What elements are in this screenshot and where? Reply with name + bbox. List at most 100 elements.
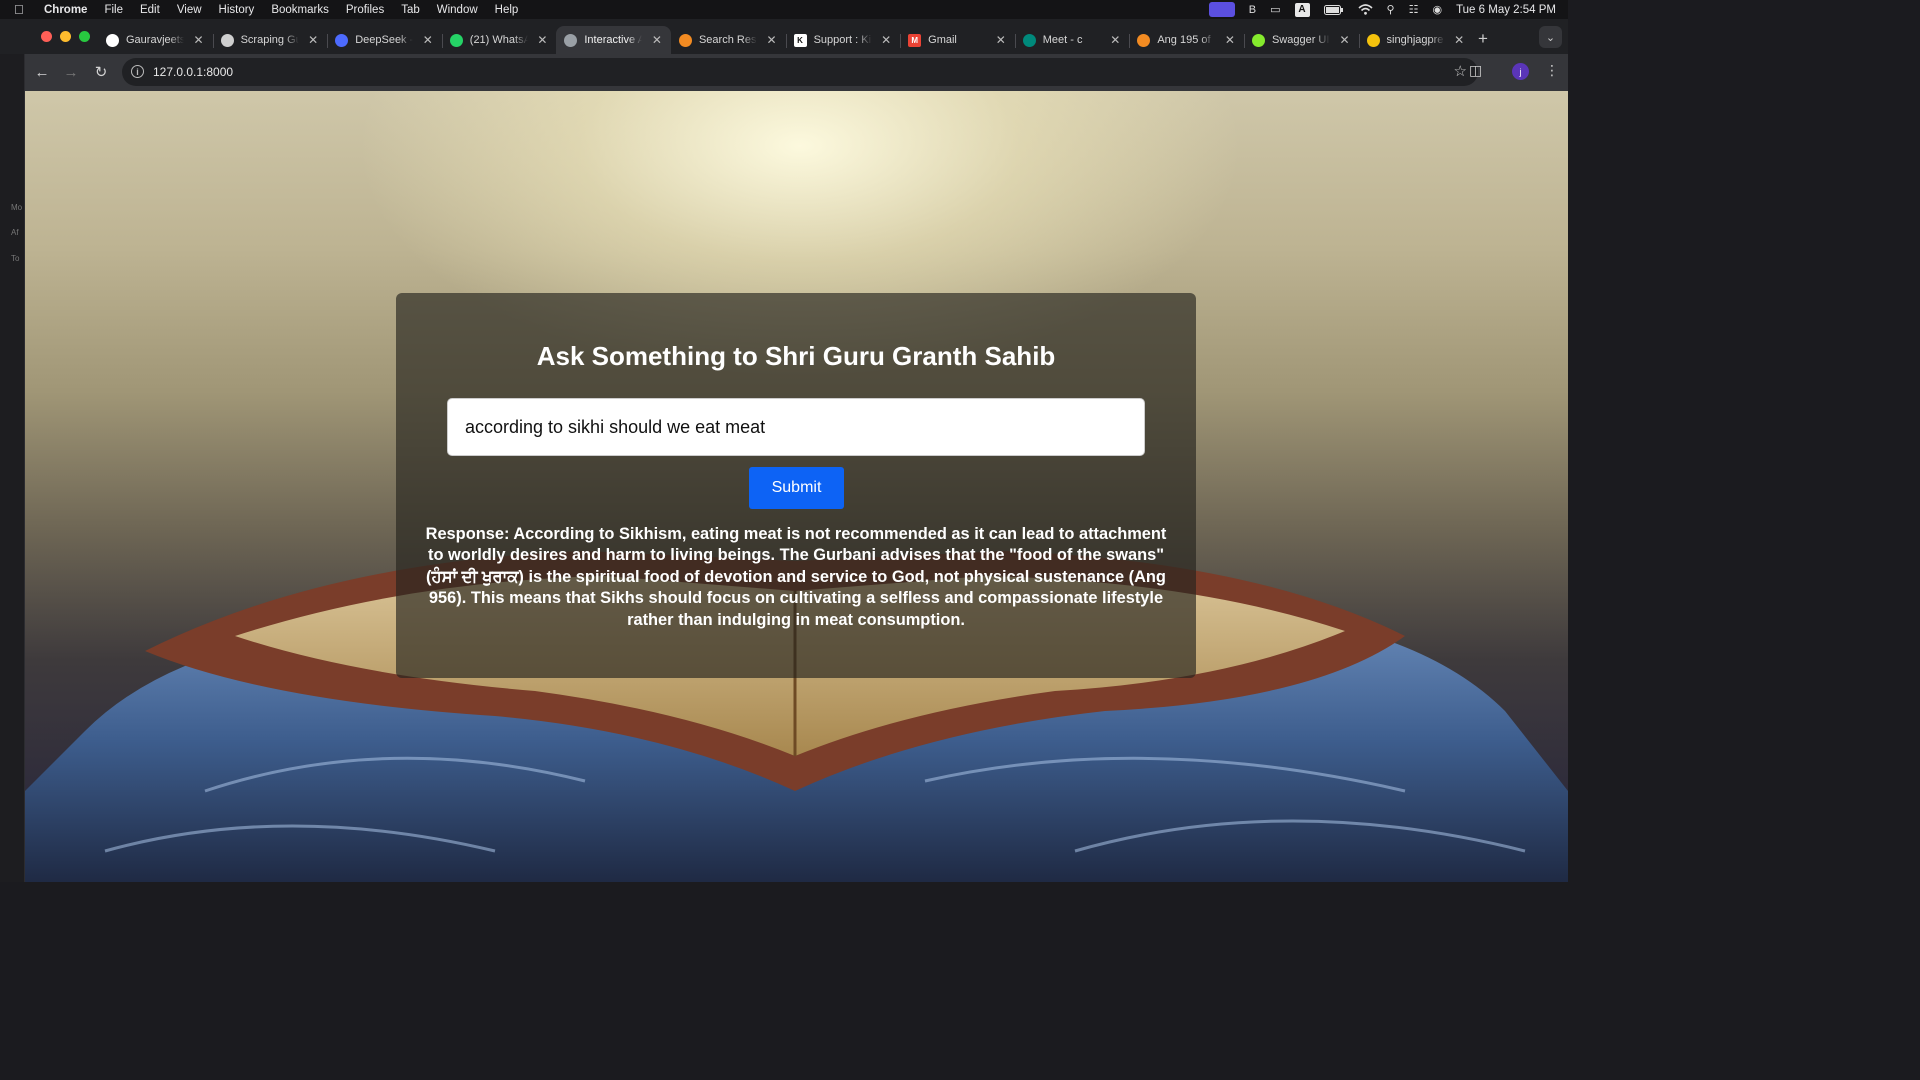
tab-list: Gauravjeets ✕ Scraping Gu ✕ DeepSeek - ✕ (21) …	[98, 26, 1473, 54]
tab-title: Support : Ki	[813, 34, 872, 46]
browser-tab[interactable]: Search Resu ✕	[671, 26, 786, 54]
reload-icon[interactable]: ↻	[91, 62, 111, 82]
forward-icon[interactable]: →	[61, 62, 81, 82]
menu-bookmarks[interactable]: Bookmarks	[271, 4, 329, 16]
apple-icon[interactable]: 	[14, 2, 36, 17]
profile-avatar[interactable]: j	[1512, 63, 1529, 80]
meet-icon	[1022, 33, 1036, 47]
address-bar[interactable]: i 127.0.0.1:8000 ☆	[122, 58, 1478, 86]
bookmark-star-icon[interactable]: ☆	[1454, 62, 1467, 80]
tab-title: Search Resu	[698, 34, 757, 46]
close-tab-icon[interactable]: ✕	[881, 33, 891, 47]
menu-tab[interactable]: Tab	[401, 4, 420, 16]
deepseek-icon	[335, 33, 349, 47]
screen-share-icon[interactable]	[1208, 2, 1235, 17]
question-input[interactable]	[447, 398, 1145, 456]
close-window-button[interactable]	[41, 31, 52, 42]
siri-icon[interactable]: ◉	[1432, 3, 1442, 17]
close-tab-icon[interactable]: ✕	[423, 33, 433, 47]
browser-toolbar: ← → ↻ i 127.0.0.1:8000 ☆ ◫ j ⋮	[25, 54, 1568, 91]
menu-window[interactable]: Window	[437, 4, 478, 16]
close-tab-icon[interactable]: ✕	[1225, 33, 1235, 47]
page-viewport: Ask Something to Shri Guru Granth Sahib …	[25, 91, 1568, 882]
browser-tab[interactable]: DeepSeek - ✕	[327, 26, 442, 54]
close-tab-icon[interactable]: ✕	[308, 33, 318, 47]
minimize-window-button[interactable]	[60, 31, 71, 42]
question-card: Ask Something to Shri Guru Granth Sahib …	[396, 293, 1196, 678]
menu-file[interactable]: File	[104, 4, 123, 16]
menu-view[interactable]: View	[177, 4, 202, 16]
k-icon: K	[793, 33, 807, 47]
menu-help[interactable]: Help	[495, 4, 519, 16]
gmail-icon: M	[908, 33, 922, 47]
close-tab-icon[interactable]: ✕	[1454, 33, 1464, 47]
menu-profiles[interactable]: Profiles	[346, 4, 384, 16]
tab-title: (21) WhatsA	[469, 34, 528, 46]
menu-app-name[interactable]: Chrome	[44, 4, 87, 16]
browser-tab[interactable]: Swagger UI ✕	[1243, 26, 1359, 54]
browser-tab[interactable]: (21) WhatsA ✕	[441, 26, 557, 54]
smiley-icon	[1366, 33, 1380, 47]
spotlight-search-icon[interactable]: ⚲	[1387, 3, 1395, 17]
tab-title: Interactive A	[584, 34, 643, 46]
battery-icon[interactable]	[1323, 3, 1344, 17]
status-b-icon[interactable]: B	[1249, 3, 1256, 17]
submit-button[interactable]: Submit	[749, 467, 844, 509]
close-tab-icon[interactable]: ✕	[652, 33, 662, 47]
tab-strip: Gauravjeets ✕ Scraping Gu ✕ DeepSeek - ✕ (21) …	[0, 19, 1568, 54]
background-window-edge: Mo Af To	[0, 19, 25, 882]
browser-window: Mo Af To Gauravjeets ✕ Scraping Gu ✕ DeepSee…	[0, 19, 1568, 882]
back-icon[interactable]: ←	[32, 62, 52, 82]
tab-title: singhjagpre	[1386, 34, 1444, 46]
close-tab-icon[interactable]: ✕	[767, 33, 777, 47]
tab-title: Meet - c	[1042, 34, 1083, 46]
browser-tab[interactable]: Meet - c ✕	[1014, 26, 1130, 54]
search-site-icon	[678, 33, 692, 47]
input-source-icon[interactable]: A	[1294, 2, 1310, 17]
close-tab-icon[interactable]: ✕	[996, 33, 1006, 47]
extensions-icon[interactable]: ◫	[1469, 62, 1482, 79]
menu-edit[interactable]: Edit	[140, 4, 160, 16]
macos-menu-bar:  Chrome File Edit View History Bookmark…	[0, 0, 1568, 19]
github-icon	[106, 33, 119, 47]
new-tab-button[interactable]: +	[1478, 29, 1492, 49]
openai-icon	[220, 33, 234, 47]
address-url[interactable]: 127.0.0.1:8000	[153, 65, 233, 79]
tab-title: Gmail	[928, 34, 957, 46]
search-site-icon	[1137, 33, 1151, 47]
browser-tab[interactable]: Ang 195 of ✕	[1129, 26, 1244, 54]
tab-title: Scraping Gu	[240, 34, 299, 46]
tab-title: DeepSeek -	[355, 34, 414, 46]
close-tab-icon[interactable]: ✕	[194, 33, 204, 47]
browser-tab[interactable]: singhjagpre ✕	[1358, 26, 1474, 54]
window-controls	[41, 31, 90, 42]
tab-title: Swagger UI	[1271, 34, 1330, 46]
menu-history[interactable]: History	[219, 4, 255, 16]
more-menu-icon[interactable]: ⋮	[1545, 62, 1559, 79]
browser-tab[interactable]: Gauravjeets ✕	[98, 26, 213, 54]
tab-title: Ang 195 of	[1157, 34, 1211, 46]
background-window-label: Af	[11, 228, 19, 237]
browser-tab[interactable]: M Gmail ✕	[900, 26, 1015, 54]
response-text: Response: According to Sikhism, eating m…	[425, 525, 1167, 629]
background-window-label: To	[11, 254, 20, 263]
browser-tab[interactable]: Interactive A ✕	[556, 26, 671, 54]
tab-search-button[interactable]: ⌄	[1539, 26, 1562, 48]
site-info-icon[interactable]: i	[131, 65, 144, 78]
status-area: B ▭ A ⚲ ☷ ◉ Tue 6 May 2:54 PM	[1208, 0, 1556, 19]
globe-icon	[564, 33, 578, 47]
close-tab-icon[interactable]: ✕	[1110, 33, 1120, 47]
tab-title: Gauravjeets	[126, 34, 184, 46]
swagger-icon	[1251, 33, 1265, 47]
browser-tab[interactable]: Scraping Gu ✕	[212, 26, 328, 54]
zoom-window-button[interactable]	[79, 31, 90, 42]
close-tab-icon[interactable]: ✕	[537, 33, 547, 47]
control-center-icon[interactable]: ☷	[1409, 3, 1419, 17]
whatsapp-icon	[449, 33, 463, 47]
page-title: Ask Something to Shri Guru Granth Sahib	[536, 341, 1056, 371]
browser-tab[interactable]: K Support : Ki ✕	[785, 26, 901, 54]
menu-clock[interactable]: Tue 6 May 2:54 PM	[1456, 4, 1556, 16]
wifi-icon[interactable]	[1357, 3, 1373, 17]
display-icon[interactable]: ▭	[1270, 3, 1280, 17]
close-tab-icon[interactable]: ✕	[1339, 33, 1349, 47]
